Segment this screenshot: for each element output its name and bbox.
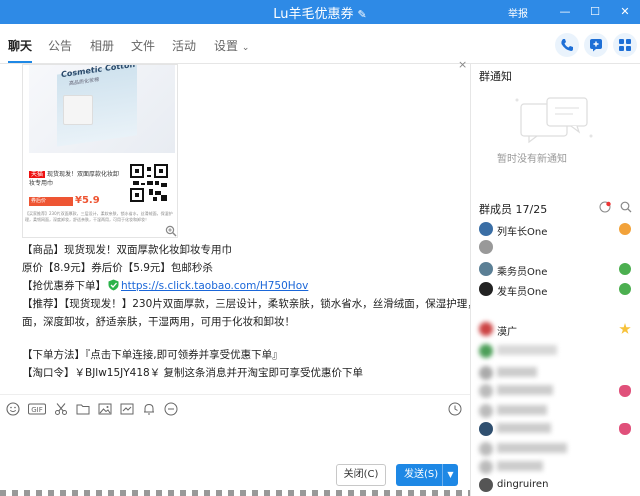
- member-item[interactable]: 乘务员One: [479, 262, 639, 278]
- member-item[interactable]: 发车员One: [479, 282, 639, 298]
- tab-album[interactable]: 相册: [90, 37, 114, 54]
- history-icon[interactable]: [448, 402, 462, 416]
- tab-activities[interactable]: 活动: [172, 37, 196, 54]
- star-icon: [619, 323, 631, 334]
- product-photo: Cosmetic Cotton 高品质化妆棉: [29, 65, 175, 153]
- title-bar: Lu羊毛优惠券 ✎ 举报 — ☐ ✕: [0, 0, 640, 24]
- product-price: ¥5.9: [75, 195, 100, 206]
- svg-text:GIF: GIF: [31, 406, 43, 414]
- avatar: [479, 442, 493, 456]
- window-title[interactable]: Lu羊毛优惠券 ✎: [0, 3, 640, 22]
- bell-icon[interactable]: [142, 402, 156, 416]
- chat-toolbar: GIF: [0, 394, 470, 422]
- edit-pen-icon[interactable]: ✎: [358, 8, 367, 21]
- member-item[interactable]: [479, 442, 639, 458]
- avatar: [479, 262, 493, 276]
- avatar: [479, 404, 493, 418]
- avatar: [479, 322, 493, 336]
- heart-icon: [619, 385, 631, 397]
- verified-shield-icon: [108, 279, 119, 291]
- report-link[interactable]: 举报: [508, 5, 528, 20]
- tab-settings[interactable]: 设置 ⌄: [214, 37, 249, 54]
- product-tagline: 天猫 现货现发！双面厚款化妆卸妆专用巾: [29, 171, 119, 187]
- member-item[interactable]: dingruiren: [479, 478, 639, 494]
- phone-call-icon[interactable]: [555, 33, 579, 57]
- cotton-pad: [63, 95, 93, 125]
- image-icon[interactable]: [98, 402, 112, 416]
- avatar: [479, 422, 493, 436]
- active-tab-indicator: [8, 61, 32, 63]
- tab-chat[interactable]: 聊天: [8, 37, 32, 54]
- member-item[interactable]: [479, 344, 639, 360]
- emoji-icon[interactable]: [6, 402, 20, 416]
- scissors-icon[interactable]: [54, 402, 68, 416]
- tab-bar: 聊天 公告 相册 文件 活动 设置 ⌄: [0, 24, 640, 64]
- folder-icon[interactable]: [76, 402, 90, 416]
- heart-icon: [619, 423, 631, 435]
- avatar: [479, 460, 493, 474]
- tmall-badge: 天猫: [29, 171, 46, 178]
- product-small-print: 【买家推荐】230片双面厚款，三层设计，柔软亲肤，锁水省水，丝滑绒面，保湿护理，…: [25, 211, 173, 222]
- send-options-chevron-icon[interactable]: ▼: [442, 464, 458, 486]
- message-line: 【商品】现货现发！双面厚款化妆卸妆专用巾: [22, 244, 232, 256]
- screenshot-icon[interactable]: [120, 402, 134, 416]
- avatar: [479, 384, 493, 398]
- avatar: [479, 222, 493, 236]
- search-icon[interactable]: [620, 201, 632, 213]
- minimize-icon[interactable]: —: [554, 1, 576, 23]
- avatar: [479, 366, 493, 380]
- admin-badge-icon: [619, 283, 631, 295]
- admin-badge-icon: [619, 263, 631, 275]
- chevron-down-icon: ⌄: [241, 43, 250, 53]
- right-panel: × 群通知 暂时没有新通知 群成员 17/25 列车长One 乘务员One 发车…: [458, 58, 640, 496]
- message-line: 【推荐】【现货现发！】230片双面厚款，三层设计，柔软亲肤，锁水省水，丝滑绒面，…: [22, 298, 470, 310]
- coupon-link[interactable]: https://s.click.taobao.com/H750Hov: [121, 280, 308, 292]
- member-item[interactable]: 漠广: [479, 322, 639, 338]
- add-chat-icon[interactable]: [584, 33, 608, 57]
- send-button[interactable]: 发送(S) ▼: [396, 464, 458, 486]
- qr-code-icon: [129, 163, 169, 203]
- empty-notice-illustration-icon: [515, 97, 593, 144]
- group-owner-badge-icon: [619, 223, 631, 235]
- close-button[interactable]: 关闭(C): [336, 464, 386, 486]
- price-bar: 券后价: [29, 197, 73, 206]
- invite-member-icon[interactable]: [599, 201, 611, 213]
- avatar: [479, 344, 493, 358]
- message-line: 【抢优惠券下单】 https://s.click.taobao.com/H750H…: [22, 279, 309, 292]
- maximize-icon[interactable]: ☐: [584, 1, 606, 23]
- message-line: 【下单方法】『点击下单连接,即可领券并享受优惠下单』: [22, 349, 283, 361]
- message-input[interactable]: [0, 422, 470, 462]
- member-item[interactable]: [479, 384, 639, 400]
- member-item[interactable]: [479, 422, 639, 438]
- tab-files[interactable]: 文件: [131, 37, 155, 54]
- avatar: [479, 240, 493, 254]
- message-line: 面，深度卸妆，舒适亲肤，干湿两用，可用于化妆和卸妆！: [22, 316, 295, 328]
- group-notice-title: 群通知: [479, 70, 512, 83]
- close-icon[interactable]: ×: [458, 58, 467, 71]
- member-item[interactable]: [479, 366, 639, 382]
- notice-empty-text: 暂时没有新通知: [497, 154, 567, 165]
- app-grid-icon[interactable]: [613, 33, 637, 57]
- message-line: 原价【8.9元】券后价【5.9元】包邮秒杀: [22, 262, 213, 274]
- avatar: [479, 282, 493, 296]
- chat-messages[interactable]: Cosmetic Cotton 高品质化妆棉 天猫 现货现发！双面厚款化妆卸妆专…: [0, 64, 470, 394]
- member-item[interactable]: [479, 460, 639, 476]
- member-item[interactable]: [479, 404, 639, 420]
- message-line: 【淘口令】￥BJlw15JY418￥ 复制这条消息并开淘宝即可享受优惠价下单: [22, 367, 364, 379]
- members-header: 群成员 17/25: [479, 203, 548, 216]
- zoom-in-icon[interactable]: [165, 225, 177, 237]
- product-image-message[interactable]: Cosmetic Cotton 高品质化妆棉 天猫 现货现发！双面厚款化妆卸妆专…: [22, 64, 178, 238]
- member-item[interactable]: [479, 240, 639, 256]
- more-icon[interactable]: [164, 402, 178, 416]
- avatar: [479, 478, 493, 492]
- tab-announcements[interactable]: 公告: [48, 37, 72, 54]
- close-icon[interactable]: ✕: [614, 1, 636, 23]
- member-item[interactable]: 列车长One: [479, 222, 639, 238]
- gif-icon[interactable]: GIF: [28, 402, 46, 416]
- cropped-background-strip: [0, 490, 470, 496]
